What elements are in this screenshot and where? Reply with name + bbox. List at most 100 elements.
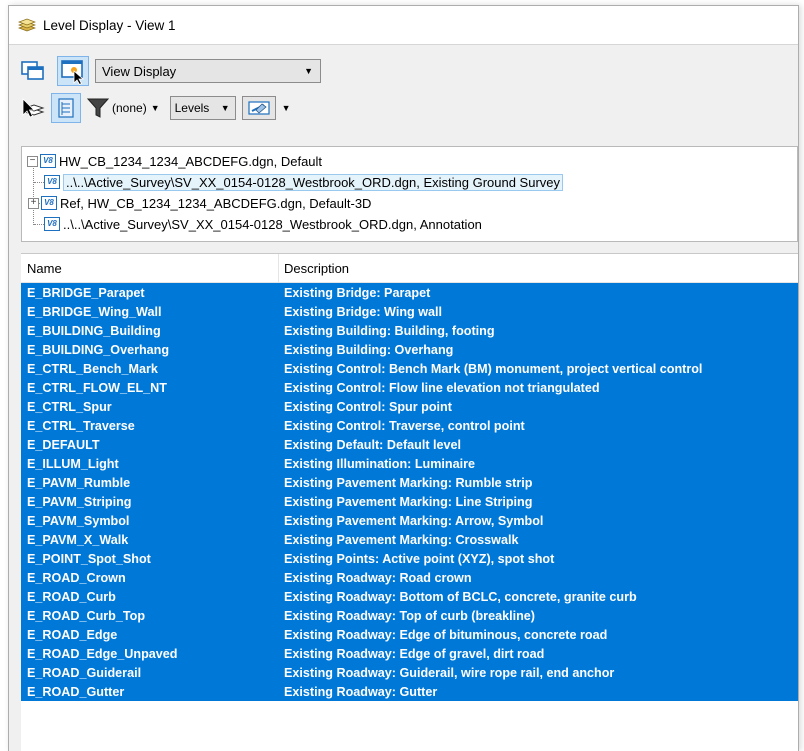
- levels-dropdown-value: Levels: [174, 101, 210, 115]
- table-row[interactable]: E_DEFAULT Existing Default: Default level: [21, 435, 798, 454]
- level-name-cell: E_ROAD_Edge_Unpaved: [27, 646, 178, 661]
- table-row[interactable]: E_CTRL_FLOW_EL_NT Existing Control: Flow …: [21, 378, 798, 397]
- view-mode-value: View Display: [102, 63, 177, 79]
- table-row[interactable]: E_POINT_Spot_Shot Existing Points: Active…: [21, 549, 798, 568]
- tree-node-child-2[interactable]: + V8 Ref, HW_CB_1234_1234_ABCDEFG.dgn, D…: [27, 193, 371, 213]
- level-name-cell: E_PAVM_Rumble: [27, 475, 131, 490]
- level-stack-icon: [18, 17, 36, 33]
- level-description-cell: Existing Illumination: Luminaire: [284, 456, 476, 471]
- view-mode-dropdown[interactable]: View Display ▼: [95, 59, 321, 83]
- tree-node-child-3[interactable]: V8 ..\..\Active_Survey\SV_XX_0154-0128_W…: [44, 214, 482, 234]
- level-name-cell: E_ROAD_Curb_Top: [27, 608, 146, 623]
- symbology-chevron-down-icon[interactable]: ▼: [282, 103, 291, 113]
- filter-chevron-down-icon[interactable]: ▼: [151, 103, 160, 113]
- table-row[interactable]: E_ILLUM_Light Existing Illumination: Lumi…: [21, 454, 798, 473]
- window-title: Level Display - View 1: [43, 17, 176, 33]
- level-name-cell: E_ROAD_Guiderail: [27, 665, 142, 680]
- level-description-cell: Existing Pavement Marking: Line Striping: [284, 494, 533, 509]
- level-name-cell: E_ILLUM_Light: [27, 456, 119, 471]
- level-name-cell: E_CTRL_Bench_Mark: [27, 361, 158, 376]
- levels-chevron-down-icon: ▼: [220, 103, 230, 113]
- level-description-cell: Existing Control: Traverse, control poin…: [284, 418, 525, 433]
- level-name-cell: E_ROAD_Gutter: [27, 684, 125, 699]
- level-manager-icon[interactable]: [19, 93, 47, 123]
- level-description-cell: Existing Bridge: Parapet: [284, 285, 431, 300]
- table-row[interactable]: E_PAVM_Rumble Existing Pavement Marking: …: [21, 473, 798, 492]
- symbology-icon[interactable]: [241, 96, 276, 120]
- tree-node-label: ..\..\Active_Survey\SV_XX_0154-0128_West…: [63, 173, 564, 191]
- level-name-cell: E_BRIDGE_Wing_Wall: [27, 304, 162, 319]
- level-description-cell: Existing Points: Active point (XYZ), spo…: [284, 551, 555, 566]
- v8-file-icon: V8: [44, 175, 60, 189]
- tree-toggle-icon[interactable]: [51, 93, 81, 123]
- column-header-description[interactable]: Description: [279, 261, 349, 276]
- level-description-cell: Existing Roadway: Top of curb (breakline…: [284, 608, 535, 623]
- table-row[interactable]: E_ROAD_Curb Existing Roadway: Bottom of B…: [21, 587, 798, 606]
- v8-file-icon: V8: [41, 196, 57, 210]
- level-name-cell: E_CTRL_Traverse: [27, 418, 135, 433]
- chevron-down-icon: ▼: [304, 66, 313, 76]
- level-description-cell: Existing Pavement Marking: Crosswalk: [284, 532, 519, 547]
- level-description-cell: Existing Control: Spur point: [284, 399, 452, 414]
- tree-node-label: Ref, HW_CB_1234_1234_ABCDEFG.dgn, Defaul…: [60, 195, 372, 211]
- tree-line: [34, 182, 44, 183]
- table-row[interactable]: E_ROAD_Curb_Top Existing Roadway: Top of …: [21, 606, 798, 625]
- table-row[interactable]: E_ROAD_Guiderail Existing Roadway: Guider…: [21, 663, 798, 682]
- level-name-cell: E_PAVM_Symbol: [27, 513, 130, 528]
- level-description-cell: Existing Roadway: Edge of bituminous, co…: [284, 627, 608, 642]
- column-header-name[interactable]: Name: [21, 254, 279, 282]
- table-row[interactable]: E_CTRL_Bench_Mark Existing Control: Bench…: [21, 359, 798, 378]
- table-row[interactable]: E_BRIDGE_Wing_Wall Existing Bridge: Wing …: [21, 302, 798, 321]
- table-row[interactable]: E_CTRL_Traverse Existing Control: Travers…: [21, 416, 798, 435]
- level-description-cell: Existing Building: Overhang: [284, 342, 454, 357]
- table-row[interactable]: E_CTRL_Spur Existing Control: Spur point: [21, 397, 798, 416]
- view-windows-icon[interactable]: [17, 56, 49, 86]
- level-name-cell: E_CTRL_Spur: [27, 399, 112, 414]
- level-name-cell: E_ROAD_Edge: [27, 627, 118, 642]
- level-name-cell: E_POINT_Spot_Shot: [27, 551, 151, 566]
- table-row[interactable]: E_ROAD_Edge Existing Roadway: Edge of bit…: [21, 625, 798, 644]
- filter-value[interactable]: (none): [112, 101, 147, 115]
- level-description-cell: Existing Default: Default level: [284, 437, 462, 452]
- level-name-cell: E_BRIDGE_Parapet: [27, 285, 145, 300]
- level-description-cell: Existing Roadway: Gutter: [284, 684, 438, 699]
- reference-tree: − V8 HW_CB_1234_1234_ABCDEFG.dgn, Defaul…: [21, 146, 798, 242]
- level-description-cell: Existing Bridge: Wing wall: [284, 304, 443, 319]
- collapse-icon[interactable]: −: [27, 155, 38, 167]
- level-toolbar: (none) ▼ Levels ▼ ▼: [9, 91, 798, 125]
- table-row[interactable]: E_PAVM_Symbol Existing Pavement Marking: …: [21, 511, 798, 530]
- table-row[interactable]: E_ROAD_Edge_Unpaved Existing Roadway: Edg…: [21, 644, 798, 663]
- level-description-cell: Existing Pavement Marking: Arrow, Symbol: [284, 513, 544, 528]
- level-name-cell: E_CTRL_FLOW_EL_NT: [27, 380, 167, 395]
- tree-node-child-1[interactable]: V8 ..\..\Active_Survey\SV_XX_0154-0128_W…: [44, 172, 564, 192]
- table-row[interactable]: E_BUILDING_Overhang Existing Building: Ov…: [21, 340, 798, 359]
- level-name-cell: E_DEFAULT: [27, 437, 100, 452]
- level-description-cell: Existing Roadway: Bottom of BCLC, concre…: [284, 589, 637, 604]
- levels-dropdown[interactable]: Levels ▼: [169, 96, 236, 120]
- expand-icon[interactable]: +: [28, 197, 39, 209]
- levels-list: Name Description E_BRIDGE_Parapet Existin…: [21, 253, 798, 751]
- level-description-cell: Existing Roadway: Guiderail, wire rope r…: [284, 665, 615, 680]
- tree-node-label: HW_CB_1234_1234_ABCDEFG.dgn, Default: [59, 153, 323, 169]
- list-header: Name Description: [21, 254, 798, 283]
- level-description-cell: Existing Control: Flow line elevation no…: [284, 380, 600, 395]
- v8-file-icon: V8: [44, 217, 60, 231]
- view-toolbar: View Display ▼: [9, 55, 798, 87]
- level-description-cell: Existing Pavement Marking: Rumble strip: [284, 475, 533, 490]
- title-bar: Level Display - View 1: [9, 6, 798, 45]
- tree-node-root[interactable]: − V8 HW_CB_1234_1234_ABCDEFG.dgn, Defaul…: [27, 151, 322, 171]
- filter-icon[interactable]: [87, 97, 109, 119]
- table-row[interactable]: E_PAVM_Striping Existing Pavement Marking…: [21, 492, 798, 511]
- level-name-cell: E_PAVM_X_Walk: [27, 532, 129, 547]
- table-row[interactable]: E_ROAD_Gutter Existing Roadway: Gutter: [21, 682, 798, 701]
- level-description-cell: Existing Roadway: Edge of gravel, dirt r…: [284, 646, 545, 661]
- table-row[interactable]: E_BUILDING_Building Existing Building: Bu…: [21, 321, 798, 340]
- level-description-cell: Existing Roadway: Road crown: [284, 570, 472, 585]
- table-row[interactable]: E_PAVM_X_Walk Existing Pavement Marking: …: [21, 530, 798, 549]
- table-row[interactable]: E_BRIDGE_Parapet Existing Bridge: Parapet: [21, 283, 798, 302]
- level-description-cell: Existing Control: Bench Mark (BM) monume…: [284, 361, 703, 376]
- level-display-window: Level Display - View 1 View Display ▼ (n…: [8, 5, 799, 751]
- level-name-cell: E_BUILDING_Building: [27, 323, 161, 338]
- table-row[interactable]: E_ROAD_Crown Existing Roadway: Road crown: [21, 568, 798, 587]
- view-select-icon[interactable]: [57, 56, 89, 86]
